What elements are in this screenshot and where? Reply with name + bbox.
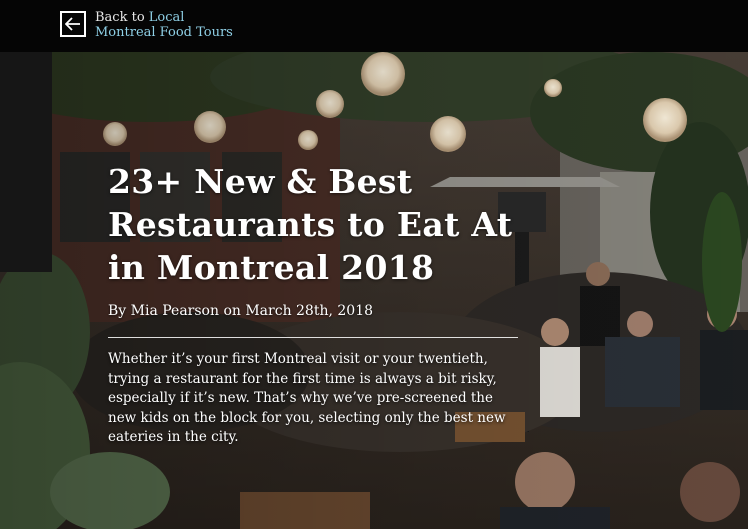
divider [108,337,518,338]
article-title: 23+ New & Best Restaurants to Eat At in … [108,162,513,287]
article-byline: By Mia Pearson on March 28th, 2018 [108,303,374,319]
back-accent: Local [148,10,185,25]
back-line2: Montreal Food Tours [95,25,233,40]
hero-section: 23+ New & Best Restaurants to Eat At in … [0,52,748,529]
back-link[interactable]: Back to Local Montreal Food Tours [60,10,233,40]
top-bar: Back to Local Montreal Food Tours [0,0,748,52]
article-header: 23+ New & Best Restaurants to Eat At in … [108,160,520,461]
article-intro: Whether it’s your first Montreal visit o… [108,351,506,445]
back-link-text[interactable]: Back to Local Montreal Food Tours [95,10,233,40]
arrow-left-icon [60,11,86,37]
back-prefix: Back to [95,10,145,25]
